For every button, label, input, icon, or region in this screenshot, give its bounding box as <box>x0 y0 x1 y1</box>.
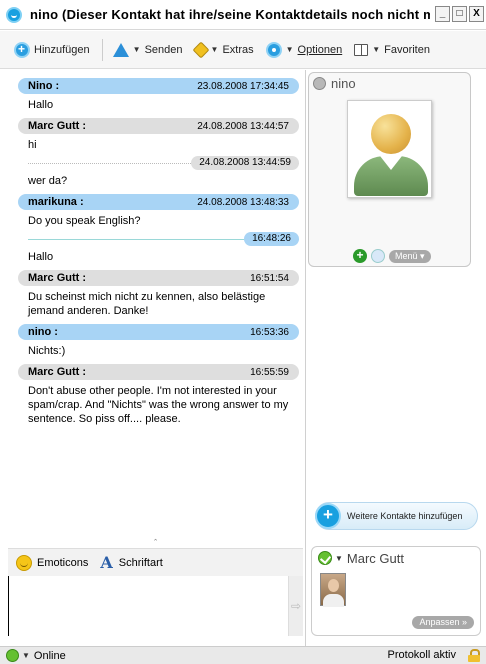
font-icon[interactable]: A <box>100 553 112 572</box>
sender-name: marikuna : <box>28 196 84 208</box>
contact-name: nino <box>331 75 356 91</box>
options-icon <box>265 41 282 58</box>
self-name: Marc Gutt <box>346 550 404 566</box>
message-header: Marc Gutt : 16:51:54 <box>18 270 299 286</box>
contact-menu-button[interactable]: Menü ▾ <box>389 249 431 263</box>
self-avatar <box>320 573 346 607</box>
toolbar: Hinzufügen ▼ Senden ▼ Extras ▼ Optionen … <box>0 31 486 69</box>
font-button[interactable]: Schriftart <box>119 557 163 569</box>
add-contact-icon[interactable]: + <box>353 249 367 263</box>
favorites-label: Favoriten <box>384 43 430 56</box>
extras-icon <box>192 41 210 58</box>
maximize-button[interactable]: □ <box>452 6 467 22</box>
smiley-icon[interactable] <box>16 554 32 571</box>
message-timestamp: 24.08.2008 13:44:59 <box>191 156 299 170</box>
extras-button[interactable]: ▼ Extras <box>192 41 254 58</box>
chat-history[interactable]: Nino : 23.08.2008 17:34:45 Hallo Marc Gutt … <box>8 72 303 540</box>
message-text: Don't abuse other people. I'm not intere… <box>28 385 289 425</box>
message-timestamp: 16:51:54 <box>250 272 289 284</box>
minimize-button[interactable]: _ <box>435 6 450 22</box>
avatar-head-icon <box>371 114 411 154</box>
message-text: Du scheinst mich nicht zu kennen, also b… <box>28 291 266 317</box>
add-contacts-label: Weitere Kontakte hinzufügen <box>347 511 463 521</box>
message-header: marikuna : 24.08.2008 13:48:33 <box>18 194 299 210</box>
message-timestamp: 16:48:26 <box>244 232 299 246</box>
compose-toolbar: Emoticons A Schriftart <box>8 548 303 576</box>
status-text[interactable]: Online <box>34 650 66 662</box>
add-label: Hinzufügen <box>34 43 90 56</box>
contact-card: nino + Menü ▾ <box>308 72 471 267</box>
book-icon <box>354 43 369 56</box>
sender-name: Marc Gutt : <box>28 120 87 132</box>
timestamp-divider: 24.08.2008 13:44:59 <box>28 156 299 170</box>
sender-name: Nino : <box>28 80 60 92</box>
options-button[interactable]: ▼ Optionen <box>265 41 343 58</box>
add-more-contacts-button[interactable]: Weitere Kontakte hinzufügen <box>315 502 478 530</box>
add-contact-icon <box>14 41 30 58</box>
message-timestamp: 24.08.2008 13:48:33 <box>197 196 289 208</box>
contact-avatar <box>347 100 432 198</box>
timestamp-divider: 16:48:26 <box>28 232 299 246</box>
send-button[interactable]: ▼ Senden <box>112 42 183 57</box>
chevron-down-icon: ▼ <box>372 45 381 54</box>
title-bar: nino (Dieser Kontakt hat ihre/seine Kont… <box>0 0 486 30</box>
contact-actions: + Menü ▾ <box>353 249 431 263</box>
offline-status-icon <box>313 76 326 90</box>
message-header: nino : 16:53:36 <box>18 324 299 340</box>
send-message-button[interactable]: ⇨ <box>288 576 303 636</box>
extras-label: Extras <box>222 43 254 56</box>
message-text: Nichts:) <box>28 345 66 357</box>
window-controls: _ □ X <box>435 6 484 22</box>
sender-name: nino : <box>28 326 58 338</box>
self-profile-card: ▼ Marc Gutt Anpassen » <box>311 546 481 636</box>
message-header: Marc Gutt : 24.08.2008 13:44:57 <box>18 118 299 134</box>
panel-divider <box>305 70 306 646</box>
message-timestamp: 23.08.2008 17:34:45 <box>197 80 289 92</box>
protocol-status: Protokoll aktiv <box>387 649 456 661</box>
sender-name: Marc Gutt : <box>28 272 87 284</box>
resize-handle[interactable]: ⌃ <box>8 539 303 548</box>
customize-button[interactable]: Anpassen » <box>412 616 474 629</box>
message-text: Do you speak English? <box>28 215 141 227</box>
favorites-button[interactable]: ▼ Favoriten <box>354 43 430 56</box>
message-header: Marc Gutt : 16:55:59 <box>18 364 299 380</box>
message-timestamp: 16:53:36 <box>250 326 289 338</box>
skype-logo-icon <box>6 6 22 23</box>
options-label: Optionen <box>297 43 343 56</box>
message-timestamp: 24.08.2008 13:44:57 <box>197 120 289 132</box>
contact-header: nino <box>309 73 470 93</box>
chevron-down-icon[interactable]: ▼ <box>22 651 30 660</box>
emoticons-button[interactable]: Emoticons <box>37 557 88 569</box>
status-bar: ▼ Online Protokoll aktiv <box>0 646 486 664</box>
message-timestamp: 16:55:59 <box>250 366 289 378</box>
add-icon <box>315 503 341 529</box>
toolbar-separator <box>101 38 103 61</box>
call-icon[interactable] <box>371 249 385 263</box>
message-input[interactable] <box>8 576 288 636</box>
lock-icon <box>468 649 480 662</box>
chevron-down-icon: ▼ <box>285 45 294 54</box>
message-text: wer da? <box>28 175 68 187</box>
message-text: Hallo <box>28 251 54 263</box>
online-status-icon <box>318 551 332 565</box>
avatar-body-icon <box>354 156 428 196</box>
chevron-down-icon: ▼ <box>132 45 141 54</box>
self-header[interactable]: ▼ Marc Gutt <box>312 547 480 569</box>
send-label: Senden <box>144 43 183 56</box>
message-text: hi <box>28 139 37 151</box>
add-button[interactable]: Hinzufügen <box>14 41 90 58</box>
online-status-icon[interactable] <box>6 649 19 662</box>
chevron-down-icon: ▼ <box>210 45 219 54</box>
window-title: nino (Dieser Kontakt hat ihre/seine Kont… <box>30 7 430 22</box>
message-text: Hallo <box>28 99 54 111</box>
send-arrow-icon <box>112 42 129 57</box>
chevron-down-icon: ▼ <box>335 553 343 563</box>
sender-name: Marc Gutt : <box>28 366 87 378</box>
close-button[interactable]: X <box>469 6 484 22</box>
message-header: Nino : 23.08.2008 17:34:45 <box>18 78 299 94</box>
